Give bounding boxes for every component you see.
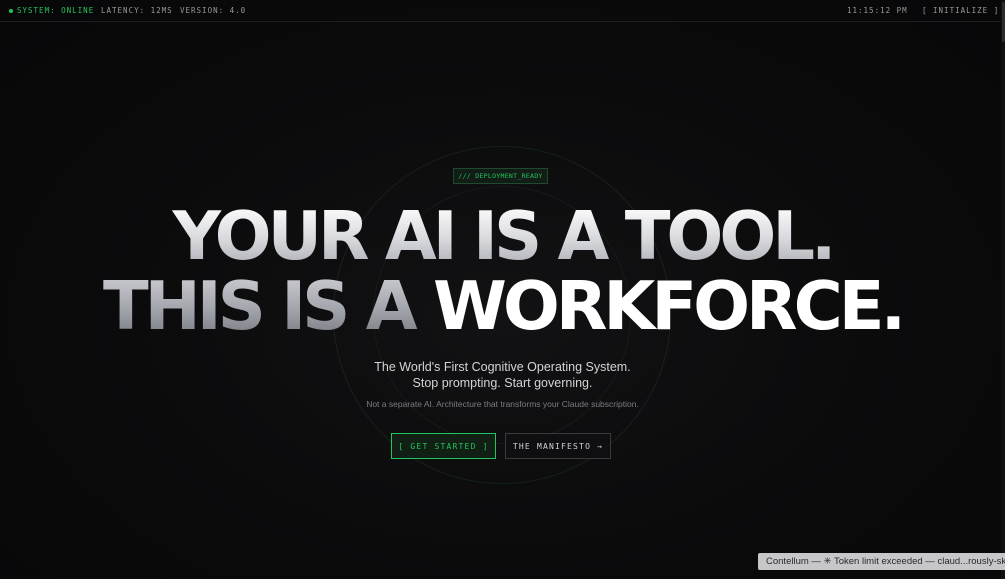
get-started-button[interactable]: [ GET STARTED ] bbox=[391, 433, 496, 459]
window-tooltip: Contellum — ✳ Token limit exceeded — cla… bbox=[758, 553, 1005, 570]
headline-line-2-emphasis: WORKFORCE. bbox=[432, 267, 906, 345]
clock: 11:15:12 PM bbox=[847, 6, 908, 15]
subtitle-line-2: Stop prompting. Start governing. bbox=[412, 376, 593, 390]
architecture-note: Not a separate AI. Architecture that tra… bbox=[366, 399, 639, 409]
deployment-tag: /// DEPLOYMENT_READY bbox=[453, 168, 548, 184]
initialize-button[interactable]: [ INITIALIZE ] bbox=[922, 6, 999, 15]
system-status-label: SYSTEM: ONLINE bbox=[17, 6, 95, 15]
latency-readout: LATENCY: 12MS bbox=[101, 6, 173, 15]
headline-line-2: THIS IS A WORKFORCE. bbox=[0, 273, 1005, 340]
scrollbar[interactable] bbox=[1001, 0, 1005, 579]
version-readout: VERSION: 4.0 bbox=[180, 6, 247, 15]
system-status: SYSTEM: ONLINE bbox=[9, 6, 94, 15]
headline-line-1: YOUR AI IS A TOOL. bbox=[0, 203, 1005, 270]
manifesto-button[interactable]: THE MANIFESTO → bbox=[505, 433, 611, 459]
status-dot-icon bbox=[9, 8, 13, 13]
status-bar: SYSTEM: ONLINE LATENCY: 12MS VERSION: 4.… bbox=[0, 0, 1005, 22]
landing-page: SYSTEM: ONLINE LATENCY: 12MS VERSION: 4.… bbox=[0, 0, 1005, 579]
subtitle-line-1: The World's First Cognitive Operating Sy… bbox=[374, 360, 631, 374]
headline-line-2-prefix: THIS IS A bbox=[102, 267, 433, 345]
